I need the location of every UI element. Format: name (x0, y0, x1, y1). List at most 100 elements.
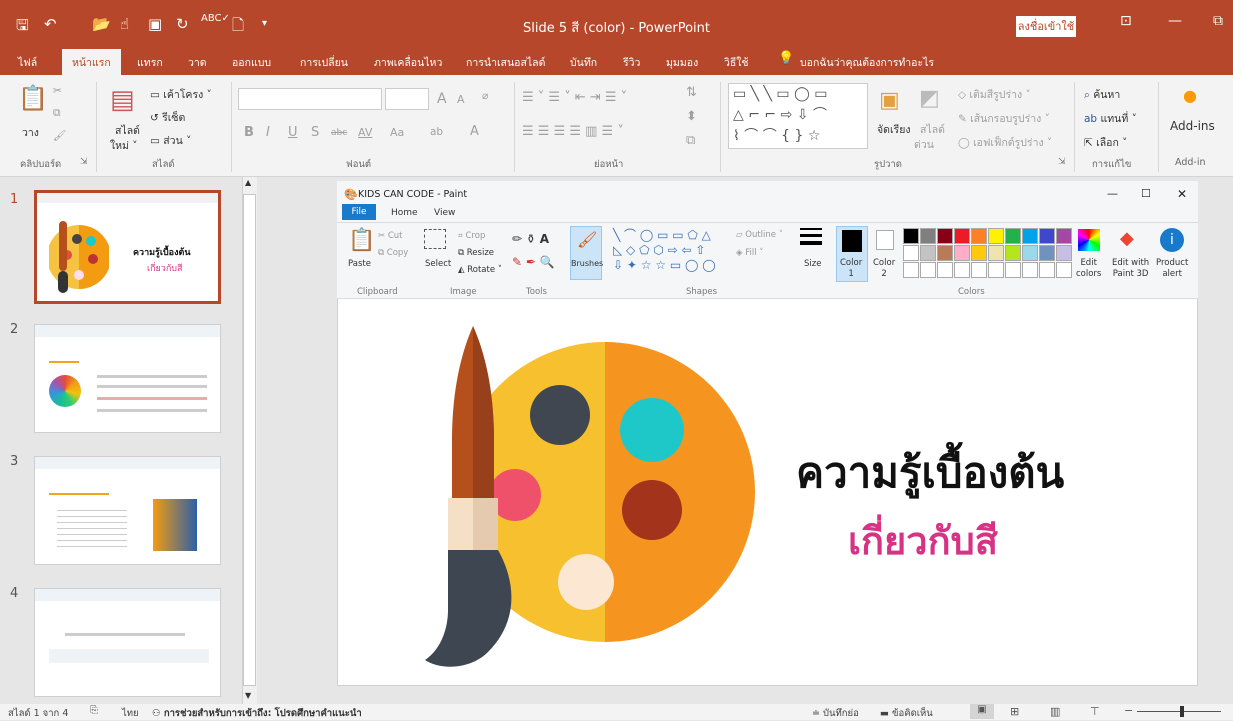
select-button[interactable]: ⇱ เลือก ˅ (1084, 134, 1127, 151)
arrange-icon[interactable]: ▣ (879, 88, 900, 113)
shadow-icon[interactable]: S (311, 125, 319, 140)
zoom-slider-handle[interactable] (1180, 706, 1184, 717)
char-spacing-icon[interactable]: AV (358, 126, 372, 139)
color2-swatch (876, 230, 894, 250)
palette-empty-swatch (920, 262, 936, 278)
clear-format-icon[interactable]: ⌀ (482, 90, 488, 102)
language[interactable]: ไทย (122, 706, 139, 721)
copy-icon[interactable]: ⧉ (53, 107, 61, 120)
tab-view[interactable]: มุมมอง (666, 54, 698, 71)
font-color-icon[interactable]: A (470, 124, 479, 139)
scroll-up-icon[interactable]: ▲ (245, 178, 251, 187)
slideshow-view-icon[interactable]: ⊤ (1090, 705, 1100, 718)
reset-button[interactable]: ↺ รีเซ็ต (150, 109, 185, 126)
tab-file[interactable]: ไฟล์ (18, 54, 37, 71)
palette-swatch (920, 245, 936, 261)
palette-swatch (988, 245, 1004, 261)
font-name-box[interactable] (238, 88, 382, 110)
cut-icon[interactable]: ✂ (53, 85, 62, 97)
paste-label[interactable]: วาง (22, 124, 39, 141)
scroll-down-icon[interactable]: ▼ (245, 691, 251, 700)
ribbon-display-icon[interactable]: ⊡ (1120, 13, 1132, 29)
paint-shapes-label: Shapes (686, 287, 718, 297)
paint-tools-icons-2: ✎ ✒ 🔍 (512, 255, 555, 269)
addins-icon[interactable]: ● (1183, 86, 1197, 105)
spellcheck-icon[interactable]: ⎘ (90, 705, 98, 716)
drawing-launcher-icon[interactable]: ⇲ (1058, 157, 1066, 167)
paint-rotate: ◭ Rotate ˅ (458, 265, 503, 275)
minimize-icon[interactable]: — (1168, 13, 1182, 29)
paste-icon[interactable]: 📋 (18, 84, 48, 112)
italic-icon[interactable]: I (266, 125, 270, 140)
slide-sorter-icon[interactable]: ⊞ (1010, 705, 1019, 718)
slide-thumbnail-2[interactable] (34, 324, 221, 433)
thumb-number: 2 (10, 322, 19, 337)
shapes-gallery[interactable]: ▭ ╲ ╲ ▭ ◯ ▭ △ ⌐ ⌐ ⇨ ⇩ ⌒ ⌇ ⌒ ⌒ { } ☆ (728, 83, 868, 149)
tab-record[interactable]: บันทึก (570, 54, 597, 71)
tab-review[interactable]: รีวิว (623, 54, 640, 71)
bullets-icon[interactable]: ☰ ˅ ☰ ˅ ⇤ ⇥ ☰ ˅ (522, 90, 627, 105)
shape-outline-button[interactable]: ✎ เส้นกรอบรูปร่าง ˅ (958, 110, 1050, 127)
slide-thumbnail-3[interactable] (34, 456, 221, 565)
slide-count[interactable]: สไลด์ 1 จาก 4 (8, 706, 68, 721)
palette-swatch (903, 228, 919, 244)
comments-button[interactable]: ▬ ข้อคิดเห็น (880, 706, 933, 721)
shape-fill-button[interactable]: ◇ เติมสีรูปร่าง ˅ (958, 86, 1031, 103)
text-direction-icon[interactable]: ⇅ (686, 85, 697, 100)
decrease-font-icon[interactable]: A (457, 93, 465, 106)
underline-icon[interactable]: U (288, 125, 298, 140)
replace-button[interactable]: ab แทนที่ ˅ (1084, 110, 1137, 127)
quick-styles-icon[interactable]: ◩ (919, 86, 940, 111)
thumb-scrollbar-handle[interactable] (243, 194, 256, 686)
brush-icon: 🖌 (577, 230, 598, 249)
tab-slideshow[interactable]: การนำเสนอสไลด์ (466, 54, 545, 71)
zoom-slider[interactable] (1137, 711, 1221, 712)
paint-color2-label: Color 2 (873, 258, 896, 279)
addins-button[interactable]: Add-ins (1170, 119, 1215, 133)
tab-draw[interactable]: วาด (188, 54, 207, 71)
paint-colors-label: Colors (958, 287, 985, 297)
slide-thumbnail-1[interactable]: ความรู้เบื้องต้น เกี่ยวกับสี (34, 190, 221, 304)
align-icons[interactable]: ☰ ☰ ☰ ☰ ▥ ☰ ˅ (522, 124, 624, 139)
tab-transitions[interactable]: การเปลี่ยน (300, 54, 348, 71)
strikethrough-icon[interactable]: abc (331, 128, 347, 138)
reading-view-icon[interactable]: ▥ (1050, 705, 1060, 718)
new-slide-icon[interactable]: ▤ (110, 85, 135, 115)
quick-styles-label-2[interactable]: ด่วน (914, 136, 934, 153)
highlight-icon[interactable]: ab (430, 126, 443, 138)
slide-thumbnail-4[interactable] (34, 588, 221, 697)
bold-icon[interactable]: B (244, 125, 254, 140)
tab-help[interactable]: วิธีใช้ (724, 54, 749, 71)
clipboard-launcher-icon[interactable]: ⇲ (80, 157, 88, 167)
tab-animations[interactable]: ภาพเคลื่อนไหว (374, 54, 442, 71)
format-painter-icon[interactable]: 🖌 (53, 129, 66, 142)
zoom-out-icon[interactable]: − (1124, 704, 1133, 717)
arrange-label[interactable]: จัดเรียง (877, 121, 910, 138)
align-text-icon[interactable]: ⬍ (686, 109, 697, 124)
notes-button[interactable]: ≐ บันทึกย่อ (812, 706, 859, 721)
tell-me-box[interactable]: บอกฉันว่าคุณต้องการทำอะไร (800, 54, 934, 71)
palette-swatch (1056, 228, 1072, 244)
font-size-box[interactable] (385, 88, 429, 110)
new-slide-label-2[interactable]: ใหม่ ˅ (110, 137, 138, 154)
shape-effects-button[interactable]: ◯ เอฟเฟ็กต์รูปร่าง ˅ (958, 134, 1052, 151)
palette-swatch (903, 245, 919, 261)
change-case-icon[interactable]: Aa (390, 126, 404, 139)
normal-view-icon[interactable]: ▣ (970, 704, 994, 719)
slide-subtitle[interactable]: เกี่ยวกับสี (848, 510, 998, 571)
accessibility-status[interactable]: ⚇ การช่วยสำหรับการเข้าถึง: โปรดศึกษาคำแน… (152, 706, 362, 721)
palette-empty-swatch (1005, 262, 1021, 278)
increase-font-icon[interactable]: A (437, 91, 447, 107)
tab-design[interactable]: ออกแบบ (232, 54, 271, 71)
layout-button[interactable]: ▭ เค้าโครง ˅ (150, 86, 212, 103)
tab-insert[interactable]: แทรก (137, 54, 163, 71)
slide-title[interactable]: ความรู้เบื้องต้น (796, 440, 1064, 506)
smartart-icon[interactable]: ⧉ (686, 133, 695, 148)
tab-home[interactable]: หน้าแรก (62, 49, 121, 75)
restore-icon[interactable]: ⧉ (1213, 13, 1223, 29)
find-button[interactable]: ⌕ ค้นหา (1084, 86, 1120, 103)
section-button[interactable]: ▭ ส่วน ˅ (150, 132, 191, 149)
paint3d-icon: ◆ (1120, 228, 1134, 249)
paint-size-icon (800, 228, 822, 248)
sign-in-button[interactable]: ลงชื่อเข้าใช้ (1016, 16, 1076, 37)
